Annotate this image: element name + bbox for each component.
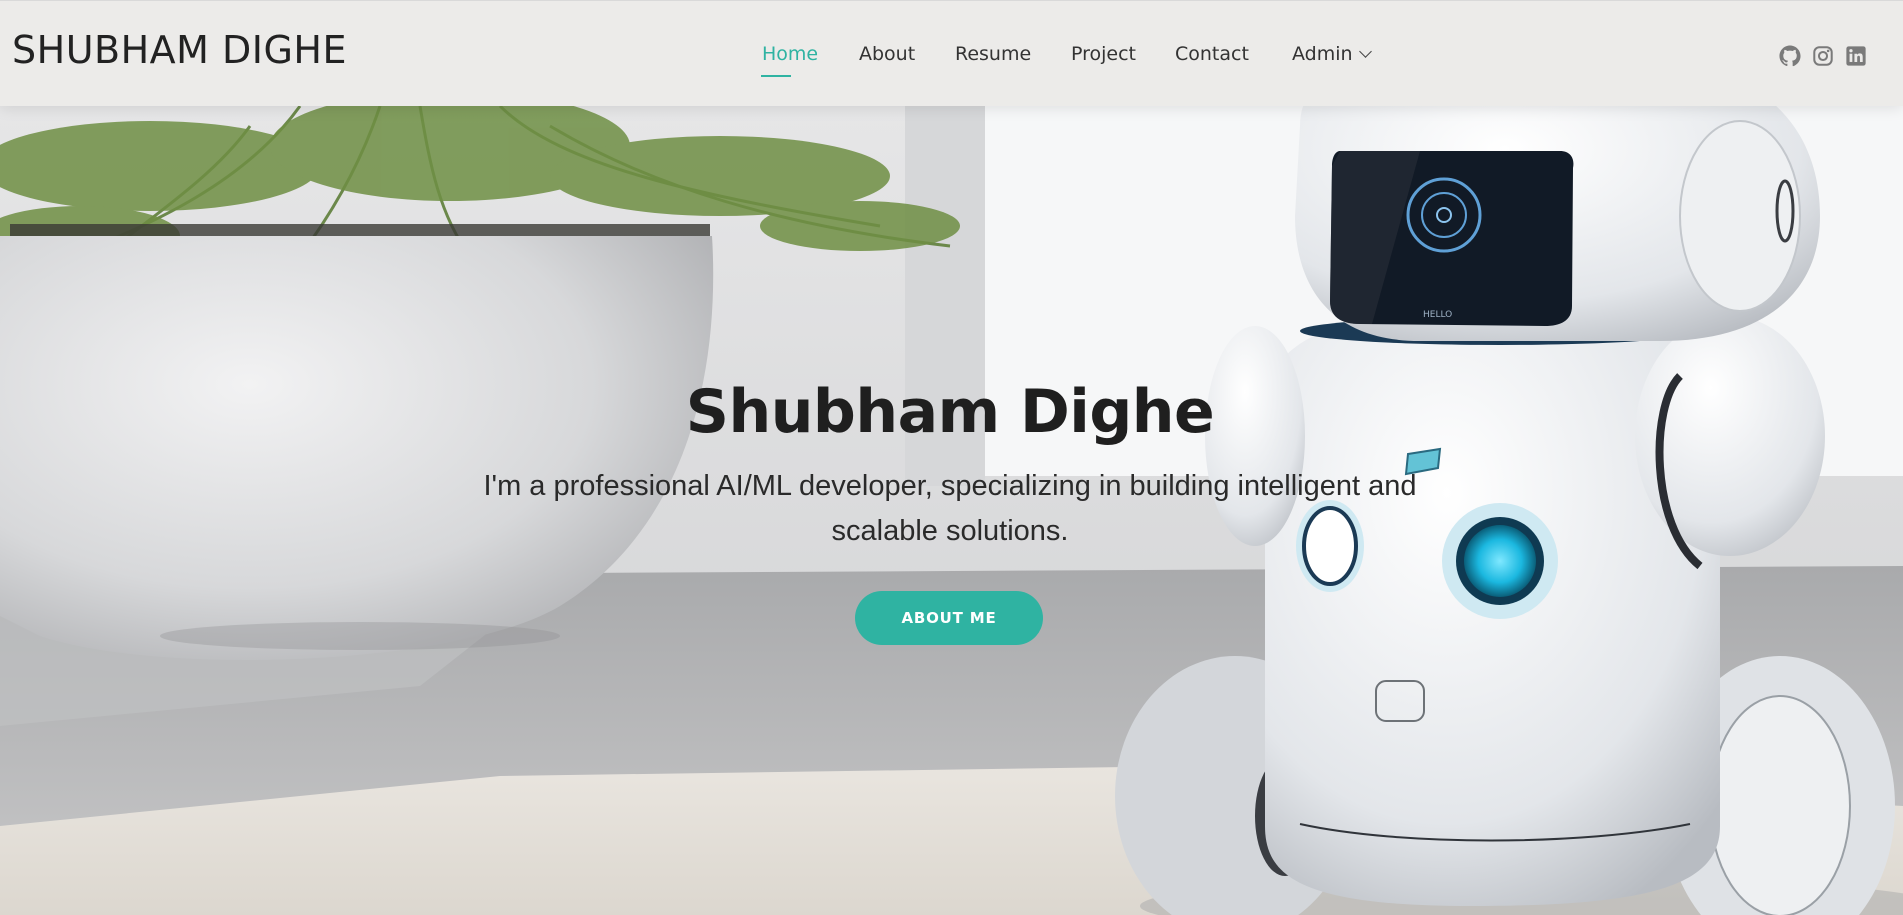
nav-item-resume[interactable]: Resume bbox=[955, 43, 1031, 69]
site-header: SHUBHAM DIGHE Home About Resume Project … bbox=[0, 0, 1903, 106]
nav-item-admin[interactable]: Admin bbox=[1292, 43, 1372, 69]
nav-item-project[interactable]: Project bbox=[1071, 43, 1136, 69]
hero-title: Shubham Dighe bbox=[685, 377, 1215, 447]
nav-item-home[interactable]: Home bbox=[762, 43, 818, 69]
nav-item-admin-label: Admin bbox=[1292, 43, 1353, 65]
main-nav: Home About Resume Project Contact Admin bbox=[0, 1, 1903, 107]
about-me-button[interactable]: ABOUT ME bbox=[855, 591, 1043, 645]
linkedin-icon[interactable] bbox=[1845, 45, 1867, 67]
nav-item-about[interactable]: About bbox=[859, 43, 915, 69]
instagram-icon[interactable] bbox=[1812, 45, 1834, 67]
chevron-down-icon bbox=[1358, 45, 1372, 58]
nav-active-indicator bbox=[761, 75, 791, 77]
github-icon[interactable] bbox=[1779, 45, 1801, 67]
hero-content: Shubham Dighe I'm a professional AI/ML d… bbox=[0, 106, 1903, 915]
page: SHUBHAM DIGHE Home About Resume Project … bbox=[0, 0, 1903, 915]
hero-subtitle: I'm a professional AI/ML developer, spec… bbox=[483, 470, 1417, 547]
nav-item-contact[interactable]: Contact bbox=[1175, 43, 1249, 69]
hero-section: HELLO Shubham Dighe I'm a professional A… bbox=[0, 106, 1903, 915]
